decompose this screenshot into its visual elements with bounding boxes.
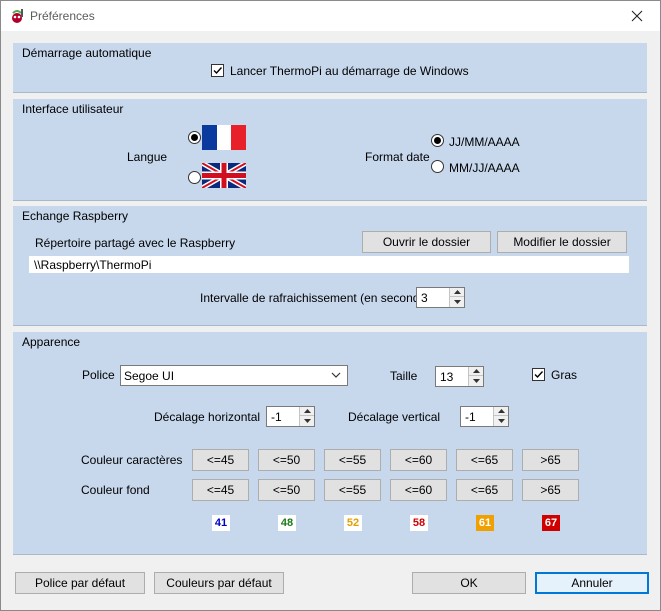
stepper-down-icon[interactable] — [450, 297, 464, 306]
ui-group: Interface utilisateur Langue Format date — [13, 99, 647, 201]
stepper-up-icon[interactable] — [450, 288, 464, 297]
temp-sample-61: 61 — [476, 515, 494, 531]
ui-group-title: Interface utilisateur — [22, 102, 124, 116]
size-label: Taille — [390, 369, 418, 383]
date-format-mmddyyyy-radio[interactable] — [431, 160, 444, 173]
check-icon — [213, 67, 223, 75]
stepper-down-icon[interactable] — [494, 416, 508, 425]
font-label: Police — [82, 368, 115, 382]
default-font-button[interactable]: Police par défaut — [15, 572, 145, 594]
cancel-button[interactable]: Annuler — [535, 572, 649, 594]
stepper-arrows — [299, 407, 314, 426]
preferences-window: Préférences Démarrage automatique Lancer… — [0, 0, 661, 611]
font-select-value: Segoe UI — [124, 369, 175, 383]
stepper-up-icon[interactable] — [469, 367, 483, 376]
raspberry-group-title: Echange Raspberry — [22, 209, 129, 223]
date-format-ddmmyyyy-radio[interactable] — [431, 134, 444, 147]
stepper-up-icon[interactable] — [300, 407, 314, 416]
bg-color-45-button[interactable]: <=45 — [192, 479, 249, 501]
font-size-stepper[interactable]: 13 — [435, 366, 484, 387]
stepper-down-icon[interactable] — [469, 376, 483, 385]
language-french-radio[interactable] — [188, 131, 201, 144]
shared-dir-label: Répertoire partagé avec le Raspberry — [35, 236, 236, 250]
font-size-value: 13 — [440, 370, 454, 384]
shared-dir-input[interactable]: \\Raspberry\ThermoPi — [29, 256, 629, 273]
appearance-group-title: Apparence — [22, 335, 81, 349]
chevron-down-icon — [331, 372, 341, 378]
raspberry-group: Echange Raspberry Répertoire partagé ave… — [13, 206, 647, 326]
offset-h-label: Décalage horizontal — [154, 410, 261, 424]
appearance-group: Apparence Police Segoe UI Taille 13 Gras… — [13, 332, 647, 555]
startup-group-title: Démarrage automatique — [22, 46, 152, 60]
bg-color-60-button[interactable]: <=60 — [390, 479, 447, 501]
date-format-mmddyyyy-label: MM/JJ/AAAA — [449, 161, 520, 175]
close-icon — [631, 10, 643, 22]
default-colors-button[interactable]: Couleurs par défaut — [154, 572, 284, 594]
offset-v-stepper[interactable]: -1 — [460, 406, 509, 427]
refresh-interval-stepper[interactable]: 3 — [416, 287, 465, 308]
launch-at-startup-checkbox[interactable] — [211, 64, 224, 77]
stepper-down-icon[interactable] — [300, 416, 314, 425]
temp-sample-67: 67 — [542, 515, 560, 531]
open-folder-button[interactable]: Ouvrir le dossier — [362, 231, 491, 253]
temp-sample-52: 52 — [344, 515, 362, 531]
bg-color-label: Couleur fond — [81, 483, 150, 497]
bg-color-50-button[interactable]: <=50 — [258, 479, 315, 501]
bg-color-55-button[interactable]: <=55 — [324, 479, 381, 501]
uk-flag-icon[interactable] — [202, 163, 246, 188]
date-format-ddmmyyyy-label: JJ/MM/AAAA — [449, 135, 520, 149]
char-color-label: Couleur caractères — [81, 453, 183, 467]
window-title: Préférences — [30, 9, 95, 23]
temp-sample-41: 41 — [212, 515, 230, 531]
dialog-client-area: Démarrage automatique Lancer ThermoPi au… — [1, 31, 660, 610]
title-bar: Préférences — [1, 1, 660, 31]
bold-label: Gras — [551, 368, 578, 382]
bg-color-over65-button[interactable]: >65 — [522, 479, 579, 501]
check-icon — [534, 371, 544, 379]
stepper-up-icon[interactable] — [494, 407, 508, 416]
char-color-over65-button[interactable]: >65 — [522, 449, 579, 471]
thermopi-app-icon — [12, 9, 23, 23]
stepper-arrows — [493, 407, 508, 426]
temp-sample-58: 58 — [410, 515, 428, 531]
refresh-interval-value: 3 — [421, 291, 428, 305]
startup-group: Démarrage automatique Lancer ThermoPi au… — [13, 43, 647, 93]
temp-sample-48: 48 — [278, 515, 296, 531]
offset-h-stepper[interactable]: -1 — [266, 406, 315, 427]
char-color-50-button[interactable]: <=50 — [258, 449, 315, 471]
france-flag-icon[interactable] — [202, 125, 246, 150]
stepper-arrows — [468, 367, 483, 386]
offset-v-label: Décalage vertical — [348, 410, 441, 424]
font-select[interactable]: Segoe UI — [120, 365, 348, 386]
offset-v-value: -1 — [465, 410, 476, 424]
close-button[interactable] — [620, 4, 654, 28]
modify-folder-button[interactable]: Modifier le dossier — [497, 231, 627, 253]
bg-color-65-button[interactable]: <=65 — [456, 479, 513, 501]
bold-checkbox[interactable] — [532, 368, 545, 381]
char-color-65-button[interactable]: <=65 — [456, 449, 513, 471]
stepper-arrows — [449, 288, 464, 307]
date-format-label: Format date — [365, 150, 430, 164]
ok-button[interactable]: OK — [412, 572, 526, 594]
launch-at-startup-label: Lancer ThermoPi au démarrage de Windows — [230, 64, 469, 78]
language-label: Langue — [127, 150, 168, 164]
offset-h-value: -1 — [271, 410, 282, 424]
refresh-interval-label: Intervalle de rafraichissement (en secon… — [200, 291, 437, 305]
char-color-45-button[interactable]: <=45 — [192, 449, 249, 471]
language-english-radio[interactable] — [188, 171, 201, 184]
char-color-60-button[interactable]: <=60 — [390, 449, 447, 471]
char-color-55-button[interactable]: <=55 — [324, 449, 381, 471]
